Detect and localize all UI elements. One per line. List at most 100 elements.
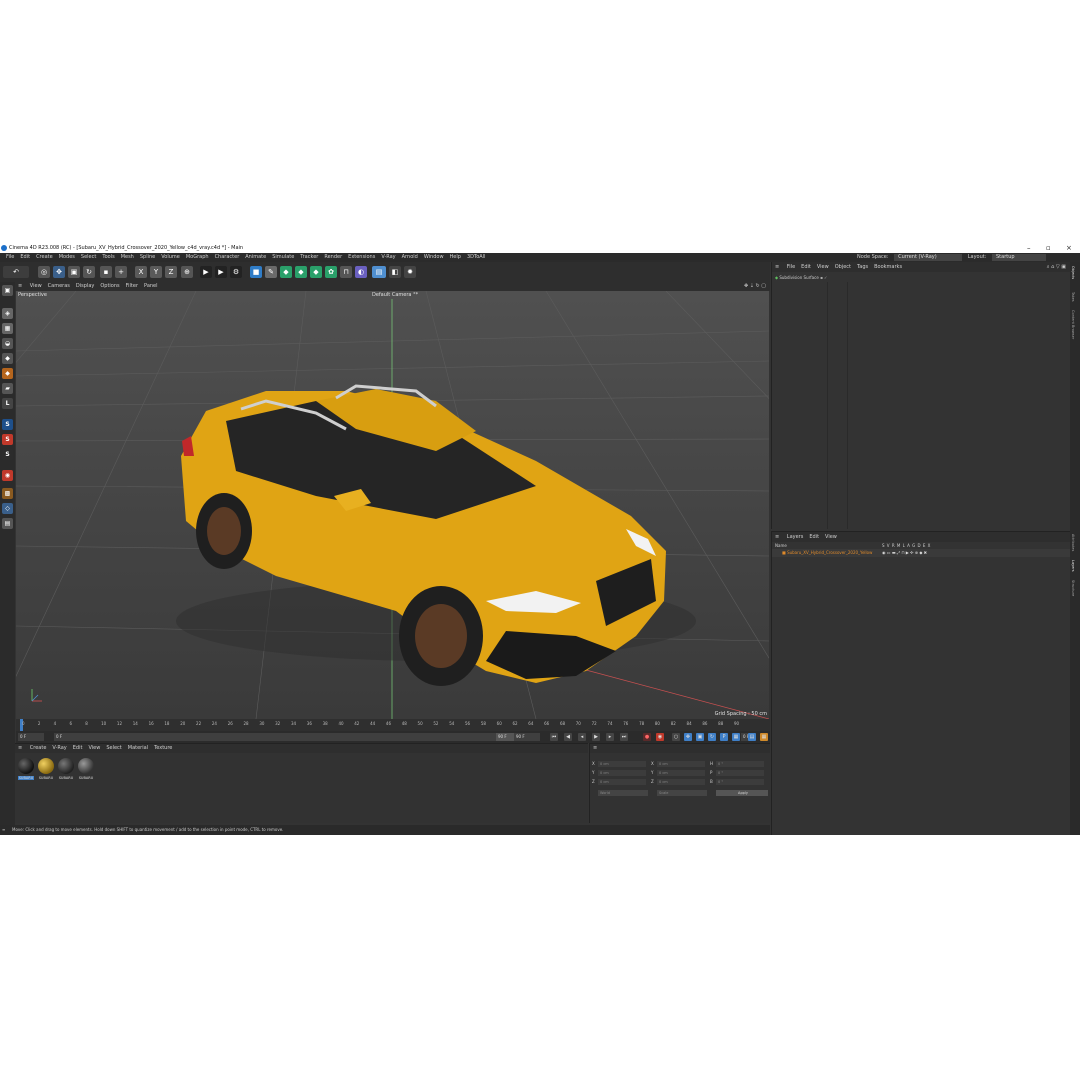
minimize-icon[interactable]: – bbox=[1027, 243, 1031, 253]
scale-dropdown[interactable]: Scale bbox=[657, 790, 707, 796]
axis-mode-icon[interactable]: L bbox=[2, 398, 13, 409]
layer-row[interactable]: ■ Subaru_XV_Hybrid_Crossover_2020_Yellow… bbox=[772, 549, 1071, 557]
snap-settings-icon[interactable]: S bbox=[2, 434, 13, 445]
texture-mode-icon[interactable]: ▦ bbox=[2, 323, 13, 334]
material-menu-texture[interactable]: Texture bbox=[154, 744, 172, 753]
create-icon[interactable]: + bbox=[115, 266, 127, 278]
points-mode-icon[interactable]: ◆ bbox=[2, 353, 13, 364]
key-position-icon[interactable]: ✥ bbox=[684, 733, 692, 741]
material-menu-material[interactable]: Material bbox=[128, 744, 148, 753]
end-frame-field[interactable]: 90 F bbox=[514, 733, 540, 741]
car-model[interactable] bbox=[176, 384, 696, 686]
menu-render[interactable]: Render bbox=[324, 253, 342, 262]
field-icon[interactable]: ◐ bbox=[355, 266, 367, 278]
timeline-ruler[interactable]: 0 2 4 6 8 10 12 14 16 18 20 22 24 26 28 30 32 34 36 38 40 42 4… bbox=[16, 719, 770, 731]
solo-icon[interactable]: ◇ bbox=[2, 503, 13, 514]
material-menu-vray[interactable]: V-Ray bbox=[52, 744, 66, 753]
render-view-icon[interactable]: ▶ bbox=[200, 266, 212, 278]
menu-mesh[interactable]: Mesh bbox=[121, 253, 134, 262]
menu-character[interactable]: Character bbox=[215, 253, 240, 262]
layer-flags-icons[interactable]: ◉ ▭ ▬ ⤢ ⊓ ▶ ✣ ⊕ ◆ ✖ bbox=[882, 549, 927, 557]
layers-menu-layers[interactable]: Layers bbox=[787, 532, 804, 542]
object-menu-view[interactable]: View bbox=[817, 262, 829, 272]
model-mode-icon[interactable]: ◈ bbox=[2, 308, 13, 319]
step-forward-icon[interactable]: ▸ bbox=[606, 733, 614, 741]
world-dropdown[interactable]: World bbox=[598, 790, 648, 796]
keyframe-selection-icon[interactable]: ○ bbox=[672, 733, 680, 741]
material-hamburger-icon[interactable]: ≡ bbox=[18, 744, 22, 753]
viewport-menu-display[interactable]: Display bbox=[76, 282, 94, 291]
menu-extensions[interactable]: Extensions bbox=[348, 253, 375, 262]
x-axis-icon[interactable]: X bbox=[135, 266, 147, 278]
menu-file[interactable]: File bbox=[6, 253, 14, 262]
menu-tracker[interactable]: Tracker bbox=[300, 253, 318, 262]
tab-objects[interactable]: Objects bbox=[1071, 266, 1075, 279]
node-space-dropdown[interactable]: Current (V-Ray) bbox=[894, 254, 963, 261]
material-swatch[interactable]: SUBARU bbox=[77, 758, 95, 780]
subdivision-icon[interactable]: ◆ bbox=[280, 266, 292, 278]
pen-icon[interactable]: ✎ bbox=[265, 266, 277, 278]
menu-volume[interactable]: Volume bbox=[161, 253, 180, 262]
camera-icon[interactable]: ◧ bbox=[389, 266, 401, 278]
move-tool-icon[interactable]: ✥ bbox=[53, 266, 65, 278]
size-y-field[interactable]: 0 cm bbox=[657, 770, 705, 776]
record-icon[interactable]: ● bbox=[643, 733, 651, 741]
rot-h-field[interactable]: 0 ° bbox=[716, 761, 764, 767]
material-swatch[interactable]: SUBARU bbox=[17, 758, 35, 780]
render-picture-viewer-icon[interactable]: ▶ bbox=[215, 266, 227, 278]
tab-structure[interactable]: Structure bbox=[1071, 580, 1075, 596]
material-menu-view[interactable]: View bbox=[88, 744, 100, 753]
menu-arnold[interactable]: Arnold bbox=[402, 253, 418, 262]
z-axis-icon[interactable]: Z bbox=[165, 266, 177, 278]
start-frame-field[interactable]: 0 F bbox=[18, 733, 44, 741]
menu-edit[interactable]: Edit bbox=[20, 253, 30, 262]
object-menu-bookmarks[interactable]: Bookmarks bbox=[874, 262, 902, 272]
restore-icon[interactable]: ▫ bbox=[1046, 243, 1051, 253]
motion-system-icon[interactable]: ▦ bbox=[760, 733, 768, 741]
object-menu-file[interactable]: File bbox=[787, 262, 795, 272]
workplane-icon[interactable]: ◒ bbox=[2, 338, 13, 349]
viewport-menu-options[interactable]: Options bbox=[100, 282, 119, 291]
3d-viewport[interactable]: Perspective Default Camera °* Grid Spaci… bbox=[16, 291, 769, 719]
menu-tools[interactable]: Tools bbox=[102, 253, 114, 262]
play-icon[interactable]: ▶ bbox=[592, 733, 600, 741]
light-icon[interactable]: ✹ bbox=[404, 266, 416, 278]
live-select-icon[interactable]: ◎ bbox=[38, 266, 50, 278]
object-hamburger-icon[interactable]: ≡ bbox=[775, 262, 779, 272]
cube-icon[interactable]: ■ bbox=[250, 266, 262, 278]
y-axis-icon[interactable]: Y bbox=[150, 266, 162, 278]
menu-modes[interactable]: Modes bbox=[59, 253, 75, 262]
menu-simulate[interactable]: Simulate bbox=[272, 253, 294, 262]
edges-mode-icon[interactable]: ◆ bbox=[2, 368, 13, 379]
polygons-mode-icon[interactable]: ▰ bbox=[2, 383, 13, 394]
size-x-field[interactable]: 0 cm bbox=[657, 761, 705, 767]
menu-mograph[interactable]: MoGraph bbox=[186, 253, 209, 262]
rot-p-field[interactable]: 0 ° bbox=[716, 770, 764, 776]
material-menu-create[interactable]: Create bbox=[30, 744, 47, 753]
viewport-hamburger-icon[interactable]: ≡ bbox=[18, 282, 22, 291]
object-menu-tags[interactable]: Tags bbox=[857, 262, 868, 272]
size-z-field[interactable]: 0 cm bbox=[657, 779, 705, 785]
pos-y-field[interactable]: 0 cm bbox=[598, 770, 646, 776]
pos-z-field[interactable]: 0 cm bbox=[598, 779, 646, 785]
pos-x-field[interactable]: 0 cm bbox=[598, 761, 646, 767]
object-menu-edit[interactable]: Edit bbox=[801, 262, 811, 272]
boole-icon[interactable]: ◆ bbox=[310, 266, 322, 278]
coordinates-hamburger-icon[interactable]: ≡ bbox=[590, 744, 770, 753]
material-menu-select[interactable]: Select bbox=[106, 744, 121, 753]
deformer-icon[interactable]: ⊓ bbox=[340, 266, 352, 278]
recent-tools-icon[interactable]: ▪ bbox=[100, 266, 112, 278]
key-scale-icon[interactable]: ▣ bbox=[696, 733, 704, 741]
layers-menu-view[interactable]: View bbox=[825, 532, 837, 542]
menu-help[interactable]: Help bbox=[450, 253, 461, 262]
viewport-menu-view[interactable]: View bbox=[30, 282, 42, 291]
status-hamburger-icon[interactable]: ≡ bbox=[2, 825, 5, 835]
material-menu-edit[interactable]: Edit bbox=[73, 744, 83, 753]
key-parameter-icon[interactable]: P bbox=[720, 733, 728, 741]
play-back-icon[interactable]: ◂ bbox=[578, 733, 586, 741]
key-rotation-icon[interactable]: ↻ bbox=[708, 733, 716, 741]
rot-b-field[interactable]: 0 ° bbox=[716, 779, 764, 785]
make-editable-icon[interactable]: ▣ bbox=[2, 285, 13, 296]
array-icon[interactable]: ◆ bbox=[295, 266, 307, 278]
rotate-tool-icon[interactable]: ↻ bbox=[83, 266, 95, 278]
